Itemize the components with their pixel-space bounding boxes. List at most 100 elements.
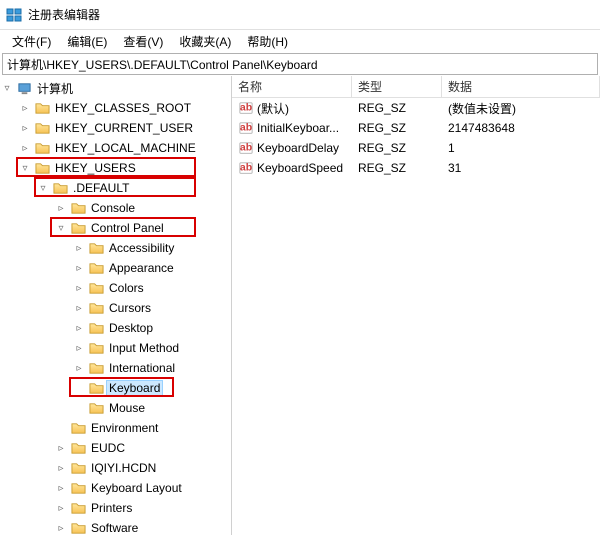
list-pane[interactable]: 名称 类型 数据 ab(默认)REG_SZ(数值未设置)abInitialKey… xyxy=(232,76,600,535)
tree-label: HKEY_CURRENT_USER xyxy=(52,120,196,136)
chevron-right-icon[interactable]: ▹ xyxy=(18,141,32,155)
chevron-right-icon[interactable]: ▹ xyxy=(18,121,32,135)
column-header-type[interactable]: 类型 xyxy=(352,76,442,97)
string-value-icon: ab xyxy=(238,160,254,176)
folder-icon xyxy=(88,280,104,296)
folder-icon xyxy=(88,360,104,376)
tree-node-desktop[interactable]: ▹ Desktop xyxy=(0,318,231,338)
svg-text:ab: ab xyxy=(240,122,252,134)
tree-node-controlpanel[interactable]: ▿ Control Panel xyxy=(0,218,231,238)
tree-pane[interactable]: ▿ 计算机 ▹ HKEY_CLASSES_ROOT ▹ HKEY_CURRENT… xyxy=(0,76,232,535)
tree-label: Environment xyxy=(88,420,161,436)
value-name: KeyboardSpeed xyxy=(257,161,343,175)
list-row[interactable]: ab(默认)REG_SZ(数值未设置) xyxy=(232,98,600,118)
chevron-down-icon[interactable]: ▿ xyxy=(0,81,14,95)
chevron-right-icon[interactable]: ▹ xyxy=(72,261,86,275)
tree-node-kblayout[interactable]: ▹Keyboard Layout xyxy=(0,478,231,498)
list-row[interactable]: abKeyboardDelayREG_SZ1 xyxy=(232,138,600,158)
column-header-data[interactable]: 数据 xyxy=(442,76,600,97)
tree-label: Input Method xyxy=(106,340,182,356)
tree-node-accessibility[interactable]: ▹Accessibility xyxy=(0,238,231,258)
tree-node-environment[interactable]: Environment xyxy=(0,418,231,438)
value-name: InitialKeyboar... xyxy=(257,121,339,135)
svg-text:ab: ab xyxy=(240,142,252,154)
tree-root[interactable]: ▿ 计算机 xyxy=(0,78,231,98)
tree-node-default[interactable]: ▿ .DEFAULT xyxy=(0,178,231,198)
tree-node-hklm[interactable]: ▹ HKEY_LOCAL_MACHINE xyxy=(0,138,231,158)
chevron-right-icon[interactable]: ▹ xyxy=(54,481,68,495)
chevron-down-icon[interactable]: ▿ xyxy=(18,161,32,175)
list-row[interactable]: abKeyboardSpeedREG_SZ31 xyxy=(232,158,600,178)
tree-node-software[interactable]: ▹ Software xyxy=(0,518,231,535)
chevron-right-icon[interactable]: ▹ xyxy=(72,301,86,315)
tree-label: Mouse xyxy=(106,400,148,416)
tree-label: Printers xyxy=(88,500,135,516)
chevron-right-icon[interactable]: ▹ xyxy=(54,501,68,515)
folder-icon xyxy=(70,420,86,436)
list-row[interactable]: abInitialKeyboar...REG_SZ2147483648 xyxy=(232,118,600,138)
folder-icon xyxy=(34,120,50,136)
tree-label: Desktop xyxy=(106,320,156,336)
tree-node-mouse[interactable]: Mouse xyxy=(0,398,231,418)
column-header-name[interactable]: 名称 xyxy=(232,76,352,97)
chevron-right-icon[interactable]: ▹ xyxy=(72,281,86,295)
tree-node-hkcr[interactable]: ▹ HKEY_CLASSES_ROOT xyxy=(0,98,231,118)
titlebar: 注册表编辑器 xyxy=(0,0,600,30)
folder-icon xyxy=(88,320,104,336)
folder-icon xyxy=(88,380,104,396)
folder-icon xyxy=(70,460,86,476)
expander-none xyxy=(72,381,86,395)
folder-icon xyxy=(70,440,86,456)
chevron-right-icon[interactable]: ▹ xyxy=(54,461,68,475)
chevron-right-icon[interactable]: ▹ xyxy=(54,441,68,455)
tree-node-appearance[interactable]: ▹Appearance xyxy=(0,258,231,278)
tree-node-printers[interactable]: ▹ Printers xyxy=(0,498,231,518)
tree-node-console[interactable]: ▹ Console xyxy=(0,198,231,218)
value-data: 1 xyxy=(442,140,600,156)
chevron-right-icon[interactable]: ▹ xyxy=(72,341,86,355)
value-type: REG_SZ xyxy=(352,100,442,116)
menu-view[interactable]: 查看(V) xyxy=(115,31,171,52)
tree-node-hku[interactable]: ▿ HKEY_USERS xyxy=(0,158,231,178)
chevron-right-icon[interactable]: ▹ xyxy=(54,201,68,215)
folder-icon xyxy=(70,220,86,236)
value-data: (数值未设置) xyxy=(442,99,600,118)
address-text: 计算机\HKEY_USERS\.DEFAULT\Control Panel\Ke… xyxy=(7,56,318,73)
address-bar[interactable]: 计算机\HKEY_USERS\.DEFAULT\Control Panel\Ke… xyxy=(2,53,598,75)
tree-node-hkcu[interactable]: ▹ HKEY_CURRENT_USER xyxy=(0,118,231,138)
menu-file[interactable]: 文件(F) xyxy=(4,31,59,52)
chevron-down-icon[interactable]: ▿ xyxy=(54,221,68,235)
value-name: KeyboardDelay xyxy=(257,141,339,155)
tree-node-international[interactable]: ▹International xyxy=(0,358,231,378)
folder-icon xyxy=(34,100,50,116)
menu-favorites[interactable]: 收藏夹(A) xyxy=(171,31,239,52)
tree-label: IQIYI.HCDN xyxy=(88,460,159,476)
regedit-icon xyxy=(6,7,22,23)
chevron-right-icon[interactable]: ▹ xyxy=(72,241,86,255)
folder-icon xyxy=(88,300,104,316)
folder-icon xyxy=(70,200,86,216)
tree-node-iqiyi[interactable]: ▹ IQIYI.HCDN xyxy=(0,458,231,478)
menu-edit[interactable]: 编辑(E) xyxy=(59,31,115,52)
tree-node-inputmethod[interactable]: ▹ Input Method xyxy=(0,338,231,358)
chevron-right-icon[interactable]: ▹ xyxy=(72,321,86,335)
window-title: 注册表编辑器 xyxy=(28,6,100,23)
tree-node-cursors[interactable]: ▹ Cursors xyxy=(0,298,231,318)
tree-node-colors[interactable]: ▹Colors xyxy=(0,278,231,298)
menu-help[interactable]: 帮助(H) xyxy=(239,31,296,52)
menubar: 文件(F) 编辑(E) 查看(V) 收藏夹(A) 帮助(H) xyxy=(0,30,600,52)
chevron-right-icon[interactable]: ▹ xyxy=(54,521,68,535)
chevron-right-icon[interactable]: ▹ xyxy=(18,101,32,115)
string-value-icon: ab xyxy=(238,100,254,116)
tree-label: Software xyxy=(88,520,141,535)
folder-icon xyxy=(70,500,86,516)
expander-none xyxy=(72,401,86,415)
tree-label: Console xyxy=(88,200,138,216)
folder-icon xyxy=(88,240,104,256)
tree-node-eudc[interactable]: ▹EUDC xyxy=(0,438,231,458)
chevron-right-icon[interactable]: ▹ xyxy=(72,361,86,375)
tree-label: Cursors xyxy=(106,300,154,316)
value-type: REG_SZ xyxy=(352,120,442,136)
chevron-down-icon[interactable]: ▿ xyxy=(36,181,50,195)
tree-node-keyboard[interactable]: Keyboard xyxy=(0,378,231,398)
